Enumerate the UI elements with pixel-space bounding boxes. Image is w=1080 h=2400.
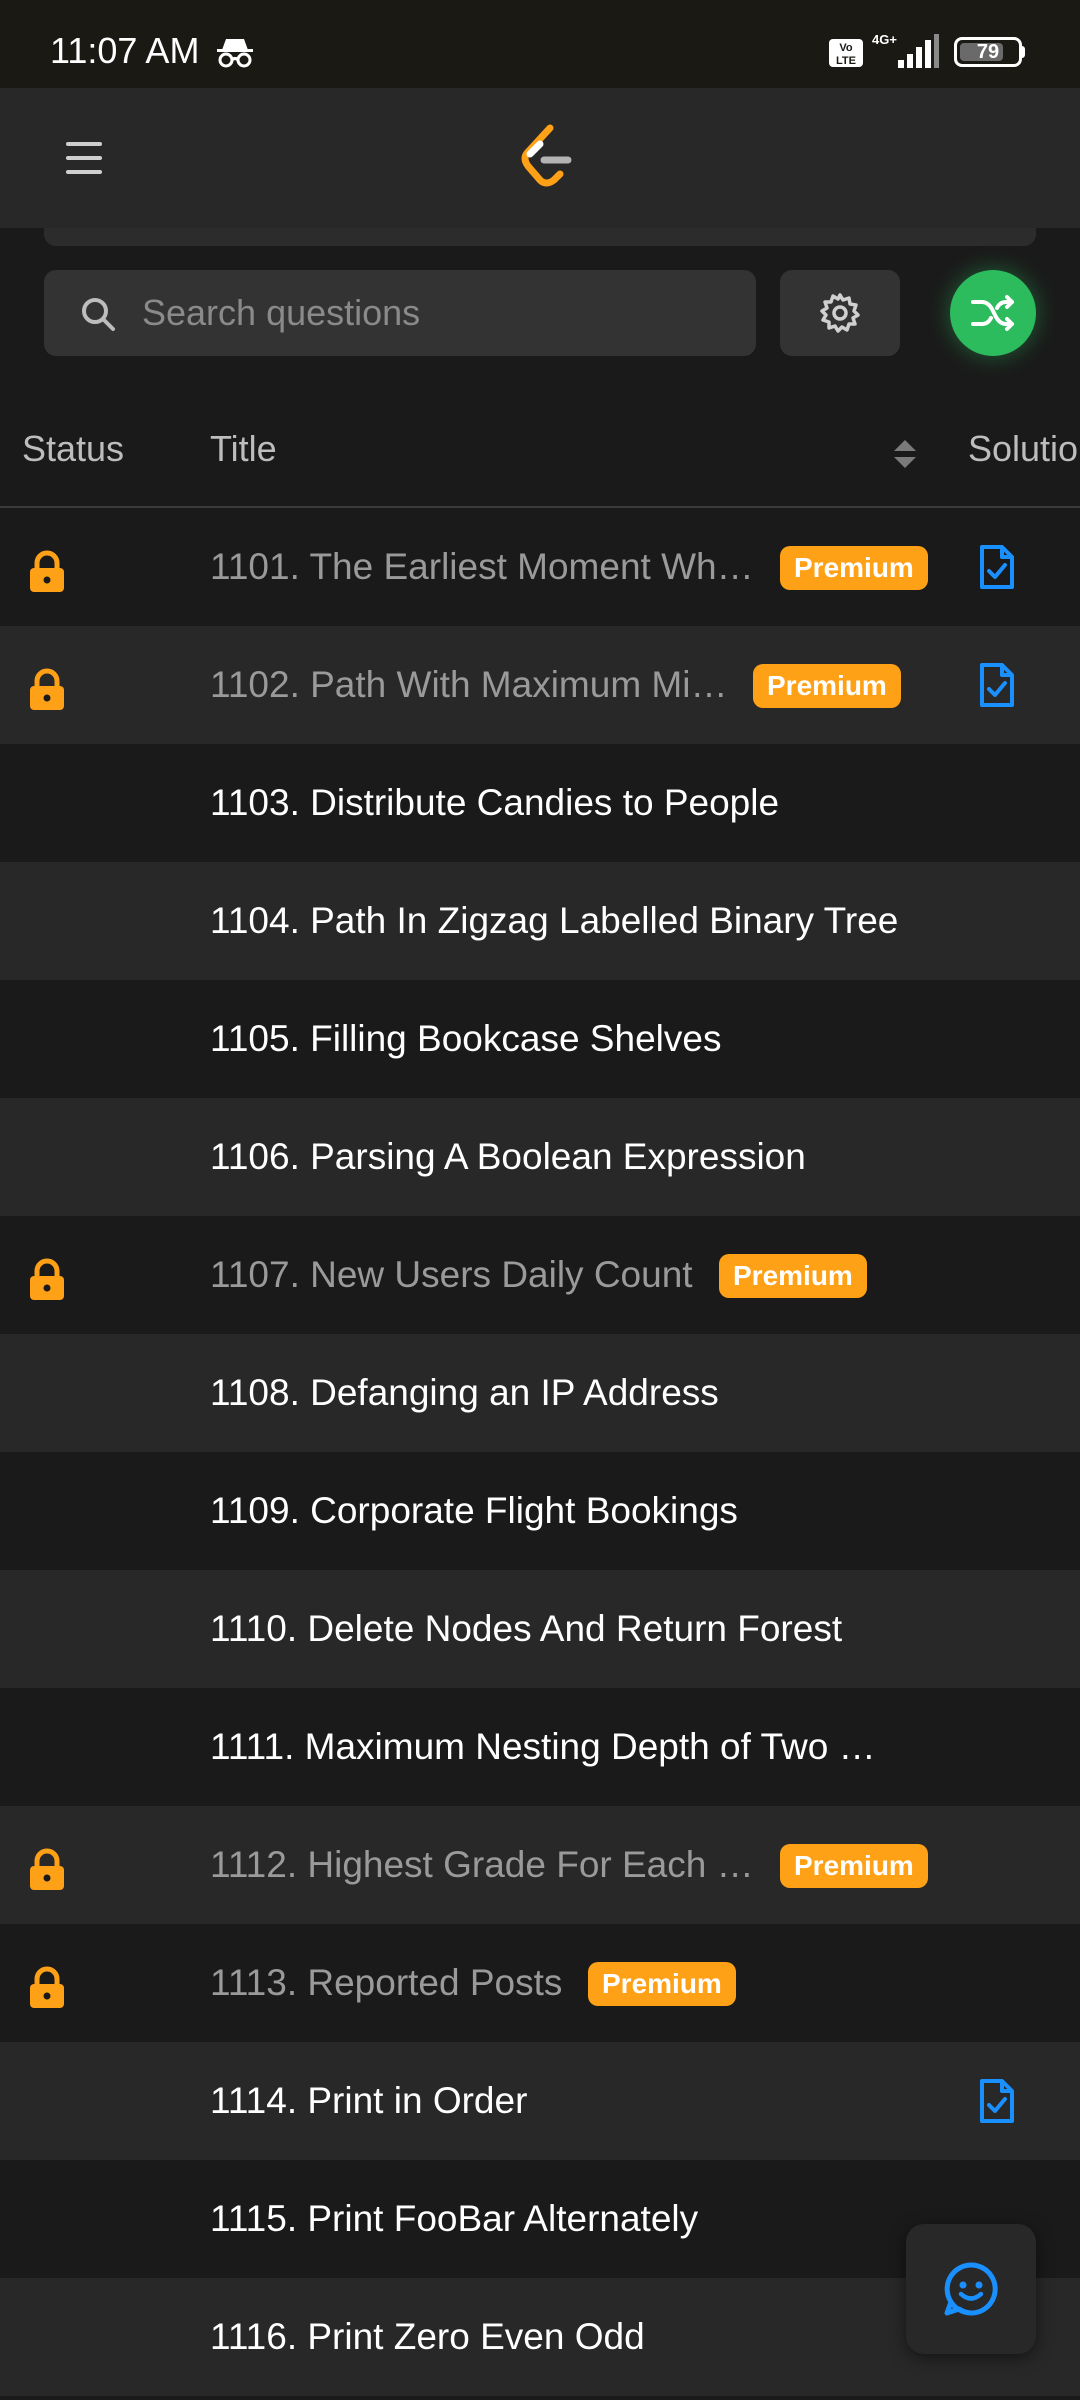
leetcode-logo-icon[interactable] [516, 124, 576, 192]
app-bar [0, 88, 1080, 228]
premium-badge: Premium [780, 546, 928, 590]
table-row[interactable]: 1103. Distribute Candies to People [0, 744, 1080, 862]
question-title[interactable]: 1116. Print Zero Even Odd [210, 2316, 645, 2358]
battery-cap [1020, 46, 1025, 58]
status-time: 11:07 AM [50, 30, 200, 71]
volte-icon: Vo LTE [829, 39, 863, 67]
status-bar: 11:07 AM Vo LTE 4G+ 79 [0, 0, 1080, 88]
signal-icon: 4G+ [872, 32, 939, 68]
question-title[interactable]: 1106. Parsing A Boolean Expression [210, 1136, 806, 1178]
table-row[interactable]: 1109. Corporate Flight Bookings [0, 1452, 1080, 1570]
question-title[interactable]: 1115. Print FooBar Alternately [210, 2198, 698, 2240]
premium-badge: Premium [719, 1254, 867, 1298]
question-list: 1101. The Earliest Moment Wh… Premium 1102… [0, 508, 1080, 2400]
network-type-label: 4G+ [872, 32, 897, 47]
question-title[interactable]: 1112. Highest Grade For Each … [210, 1844, 754, 1886]
column-header-status[interactable]: Status [22, 428, 124, 470]
table-row[interactable]: 1107. New Users Daily Count Premium [0, 1216, 1080, 1334]
premium-badge: Premium [588, 1962, 736, 2006]
lock-icon [30, 668, 64, 710]
question-title[interactable]: 1101. The Earliest Moment Wh… [210, 546, 754, 588]
lock-icon [30, 1258, 64, 1300]
question-title[interactable]: 1103. Distribute Candies to People [210, 782, 779, 824]
column-header-solution[interactable]: Solution [968, 428, 1080, 470]
solution-document-icon[interactable] [976, 544, 1016, 590]
question-title[interactable]: 1110. Delete Nodes And Return Forest [210, 1608, 842, 1650]
settings-button[interactable] [780, 270, 900, 356]
menu-icon[interactable] [56, 136, 112, 180]
premium-badge: Premium [753, 664, 901, 708]
question-title[interactable]: 1109. Corporate Flight Bookings [210, 1490, 738, 1532]
lock-icon [30, 1966, 64, 2008]
table-row[interactable]: 1112. Highest Grade For Each … Premium [0, 1806, 1080, 1924]
lock-icon [30, 1848, 64, 1890]
table-header: Status Title Solution [0, 400, 1080, 508]
table-row[interactable]: 1110. Delete Nodes And Return Forest [0, 1570, 1080, 1688]
table-row[interactable]: 1101. The Earliest Moment Wh… Premium [0, 508, 1080, 626]
premium-badge: Premium [780, 1844, 928, 1888]
battery-indicator: 79 [954, 37, 1022, 67]
svg-text:Vo: Vo [839, 42, 853, 54]
table-row[interactable]: 1102. Path With Maximum Mi… Premium [0, 626, 1080, 744]
solution-document-icon[interactable] [976, 2078, 1016, 2124]
table-row[interactable]: 1105. Filling Bookcase Shelves [0, 980, 1080, 1098]
question-title[interactable]: 1108. Defanging an IP Address [210, 1372, 719, 1414]
table-row[interactable]: 1113. Reported Posts Premium [0, 1924, 1080, 2042]
filter-panel-edge [44, 228, 1036, 246]
table-row[interactable]: 1106. Parsing A Boolean Expression [0, 1098, 1080, 1216]
question-title[interactable]: 1114. Print in Order [210, 2080, 527, 2122]
column-header-title[interactable]: Title [210, 428, 277, 470]
search-input[interactable] [142, 270, 732, 356]
shuffle-button[interactable] [950, 270, 1036, 356]
table-row[interactable]: 1108. Defanging an IP Address [0, 1334, 1080, 1452]
sort-icon[interactable] [890, 434, 920, 474]
solution-document-icon[interactable] [976, 662, 1016, 708]
question-title[interactable]: 1113. Reported Posts [210, 1962, 562, 2004]
question-title[interactable]: 1102. Path With Maximum Mi… [210, 664, 727, 706]
question-title[interactable]: 1111. Maximum Nesting Depth of Two … [210, 1726, 876, 1768]
table-row[interactable]: 1111. Maximum Nesting Depth of Two … [0, 1688, 1080, 1806]
feedback-button[interactable] [906, 2224, 1036, 2354]
search-box [44, 270, 756, 356]
battery-level: 79 [976, 41, 1000, 63]
lock-icon [30, 550, 64, 592]
shuffle-icon [971, 295, 1014, 331]
question-title[interactable]: 1104. Path In Zigzag Labelled Binary Tre… [210, 900, 898, 942]
gear-icon [820, 293, 860, 333]
question-title[interactable]: 1105. Filling Bookcase Shelves [210, 1018, 721, 1060]
smile-icon [944, 2262, 998, 2316]
search-icon [82, 298, 115, 331]
question-title[interactable]: 1107. New Users Daily Count [210, 1254, 693, 1296]
table-row[interactable]: 1104. Path In Zigzag Labelled Binary Tre… [0, 862, 1080, 980]
table-row[interactable]: 1114. Print in Order [0, 2042, 1080, 2160]
svg-text:LTE: LTE [836, 55, 856, 67]
incognito-icon [217, 39, 253, 68]
